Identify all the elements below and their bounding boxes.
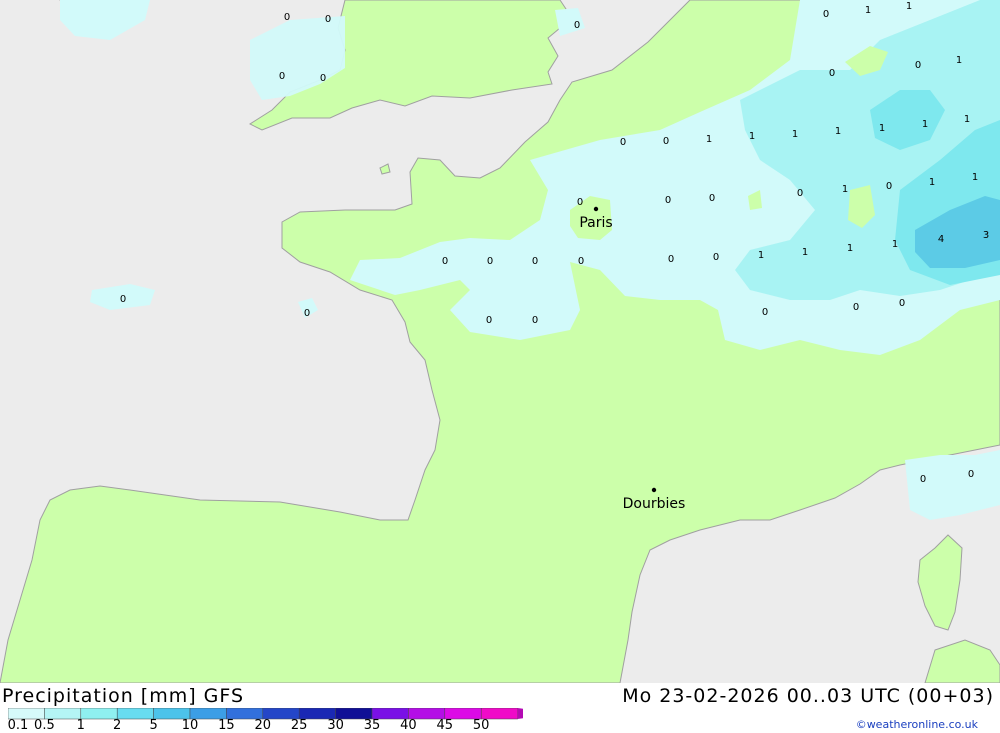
value-label: 3: [983, 230, 989, 241]
value-label: 0: [886, 181, 892, 192]
city-label-paris: Paris: [579, 215, 612, 231]
city-dot-dourbies: [651, 487, 657, 493]
value-label: 0: [578, 256, 584, 267]
value-label: 0: [713, 252, 719, 263]
value-label: 1: [749, 131, 755, 142]
value-label: 0: [486, 315, 492, 326]
value-label: 1: [922, 119, 928, 130]
map-footer: Precipitation [mm] GFS Mo 23-02-2026 00.…: [0, 683, 1000, 733]
value-label: 0: [665, 195, 671, 206]
value-label: 0: [920, 474, 926, 485]
value-label: 1: [842, 184, 848, 195]
scale-label: 20: [254, 718, 272, 733]
value-label: 1: [964, 114, 970, 125]
value-label: 1: [892, 239, 898, 250]
scale-cell: [80, 708, 118, 720]
value-label: 1: [792, 129, 798, 140]
value-label: 0: [577, 197, 583, 208]
value-label: 1: [847, 243, 853, 254]
scale-label: 50: [472, 718, 490, 733]
scale-label: 15: [218, 718, 235, 733]
scale-label: 40: [400, 718, 417, 733]
value-label: 1: [835, 126, 841, 137]
value-label: 0: [899, 298, 905, 309]
value-label: 1: [972, 172, 978, 183]
value-label: 0: [442, 256, 448, 267]
scale-label: 35: [363, 718, 381, 733]
value-label: 0: [663, 136, 669, 147]
value-label: 1: [956, 55, 962, 66]
value-label: 1: [879, 123, 885, 134]
value-label: 0: [620, 137, 626, 148]
value-label: 0: [532, 315, 538, 326]
value-label: 0: [762, 307, 768, 318]
value-label: 1: [802, 247, 808, 258]
value-label: 0: [320, 73, 326, 84]
value-label: 0: [487, 256, 493, 267]
value-label: 0: [279, 71, 285, 82]
map-title: Precipitation [mm] GFS: [2, 685, 245, 707]
scale-label: 25: [290, 718, 308, 733]
credit-link[interactable]: ©weatheronline.co.uk: [856, 718, 978, 731]
scale-label: 30: [327, 718, 344, 733]
precipitation-map: Paris Dourbies 0 0 0 0 0 0 1 1 0 0 0 1 1…: [0, 0, 1000, 683]
value-label: 0: [829, 68, 835, 79]
scale-label: 45: [436, 718, 454, 733]
scale-cell: [116, 708, 154, 720]
value-label: 0: [120, 294, 126, 305]
scale-label: 0.1: [7, 718, 29, 733]
valid-time: Mo 23-02-2026 00..03 UTC (00+03): [622, 685, 994, 707]
value-label: 0: [325, 14, 331, 25]
value-label: 0: [915, 60, 921, 71]
value-label: 0: [304, 308, 310, 319]
value-label: 0: [532, 256, 538, 267]
value-label: 0: [797, 188, 803, 199]
scale-label: 5: [149, 718, 158, 733]
value-label: 1: [758, 250, 764, 261]
value-label: 0: [284, 12, 290, 23]
scale-label: 2: [113, 718, 122, 733]
value-label: 1: [929, 177, 935, 188]
value-label: 0: [853, 302, 859, 313]
city-dot-paris: [593, 206, 599, 212]
value-label: 0: [709, 193, 715, 204]
scale-label: 0.5: [34, 718, 55, 733]
scale-arrow: [517, 708, 523, 719]
value-label: 1: [906, 1, 912, 12]
value-label: 0: [968, 469, 974, 480]
city-label-dourbies: Dourbies: [623, 496, 686, 512]
value-label: 0: [574, 20, 580, 31]
value-label: 4: [938, 234, 944, 245]
value-label: 1: [706, 134, 712, 145]
value-label: 0: [823, 9, 829, 20]
scale-label: 10: [181, 718, 199, 733]
scale-label: 1: [76, 718, 85, 733]
value-label: 1: [865, 5, 871, 16]
value-label: 0: [668, 254, 674, 265]
